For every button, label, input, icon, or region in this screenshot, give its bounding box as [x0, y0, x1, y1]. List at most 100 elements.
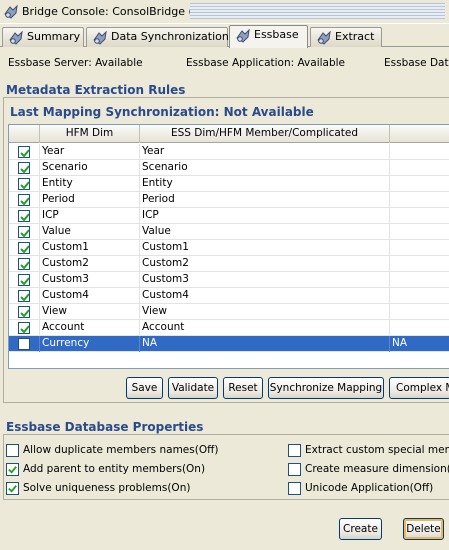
save-button[interactable]: Save [126, 377, 163, 399]
row-enabled-checkbox[interactable] [18, 210, 30, 222]
extra-cell[interactable] [390, 208, 449, 224]
tab-gear-icon [316, 30, 332, 46]
hfm-dim-cell[interactable]: Entity [40, 176, 140, 192]
validate-button[interactable]: Validate [168, 377, 218, 399]
row-enabled-checkbox[interactable] [18, 338, 30, 350]
hfm-dim-cell[interactable]: Currency [40, 336, 140, 352]
extra-cell[interactable] [390, 176, 449, 192]
column-header-ess-dim[interactable]: ESS Dim/HFM Member/Complicated [140, 125, 390, 143]
extra-cell[interactable] [390, 288, 449, 304]
row-enabled-checkbox[interactable] [18, 274, 30, 286]
tab-data-synchronization[interactable]: Data Synchronization [86, 27, 229, 47]
row-enabled-checkbox[interactable] [18, 178, 30, 190]
extra-cell[interactable] [390, 192, 449, 208]
hfm-dim-cell[interactable]: Period [40, 192, 140, 208]
hfm-dim-cell[interactable]: Scenario [40, 160, 140, 176]
hfm-dim-cell[interactable]: Custom4 [40, 288, 140, 304]
option-label: Unicode Application(Off) [305, 482, 434, 494]
row-enabled-checkbox[interactable] [18, 194, 30, 206]
synchronize-mapping-button[interactable]: Synchronize Mapping [268, 377, 384, 399]
row-enabled-checkbox[interactable] [18, 162, 30, 174]
column-header-extra[interactable] [390, 125, 449, 143]
enabled-cell [9, 272, 40, 288]
table-row[interactable]: Scenario Scenario [9, 160, 449, 176]
hfm-dim-cell[interactable]: View [40, 304, 140, 320]
hfm-dim-cell[interactable]: Custom2 [40, 256, 140, 272]
ess-dim-cell[interactable]: Custom2 [140, 256, 390, 272]
ess-dim-cell[interactable]: Period [140, 192, 390, 208]
table-row[interactable]: View View [9, 304, 449, 320]
ess-dim-cell[interactable]: Entity [140, 176, 390, 192]
table-row[interactable]: ICP ICP [9, 208, 449, 224]
enabled-cell [9, 256, 40, 272]
extra-cell[interactable] [390, 144, 449, 160]
row-enabled-checkbox[interactable] [18, 146, 30, 158]
hfm-dim-cell[interactable]: Value [40, 224, 140, 240]
row-enabled-checkbox[interactable] [18, 242, 30, 254]
row-enabled-checkbox[interactable] [18, 290, 30, 302]
row-enabled-checkbox[interactable] [18, 322, 30, 334]
table-row[interactable]: Currency NA NA [9, 336, 449, 352]
row-enabled-checkbox[interactable] [18, 258, 30, 270]
table-row[interactable]: Custom2 Custom2 [9, 256, 449, 272]
ess-dim-cell[interactable]: Custom1 [140, 240, 390, 256]
option-checkbox[interactable] [288, 463, 301, 476]
hfm-dim-cell[interactable]: Account [40, 320, 140, 336]
tab-essbase[interactable]: Essbase [229, 25, 308, 48]
option-label: Solve uniqueness problems(On) [23, 482, 191, 494]
window-title: Bridge Console: ConsolBridge (2) [22, 5, 205, 18]
extra-cell[interactable] [390, 320, 449, 336]
option-checkbox[interactable] [288, 444, 301, 457]
column-header-enabled[interactable] [9, 125, 40, 143]
tab-extract[interactable]: Extract [310, 27, 382, 47]
ess-dim-cell[interactable]: View [140, 304, 390, 320]
row-enabled-checkbox[interactable] [18, 306, 30, 318]
reset-button[interactable]: Reset [223, 377, 263, 399]
ess-dim-cell[interactable]: Value [140, 224, 390, 240]
extra-cell[interactable] [390, 160, 449, 176]
extra-cell[interactable] [390, 256, 449, 272]
table-row[interactable]: Custom1 Custom1 [9, 240, 449, 256]
column-header-hfm-dim[interactable]: HFM Dim [40, 125, 140, 143]
hfm-dim-cell[interactable]: Year [40, 144, 140, 160]
option-checkbox[interactable] [6, 482, 19, 495]
title-bar-drag-area[interactable] [190, 3, 445, 19]
window-title-bar[interactable]: Bridge Console: ConsolBridge (2) [0, 0, 449, 24]
option-checkbox[interactable] [288, 482, 301, 495]
table-row[interactable]: Entity Entity [9, 176, 449, 192]
hfm-dim-cell[interactable]: Custom3 [40, 272, 140, 288]
extra-cell[interactable] [390, 240, 449, 256]
hfm-dim-cell[interactable]: Custom1 [40, 240, 140, 256]
complex-mapping-button[interactable]: Complex Ma [389, 377, 449, 399]
table-row[interactable]: Value Value [9, 224, 449, 240]
option-checkbox[interactable] [6, 463, 19, 476]
table-row[interactable]: Custom3 Custom3 [9, 272, 449, 288]
extra-cell[interactable] [390, 224, 449, 240]
hfm-dim-cell[interactable]: ICP [40, 208, 140, 224]
tab-strip: Summary Data Synchronization Essbase Ext… [0, 25, 449, 48]
extra-cell[interactable]: NA [390, 336, 449, 352]
row-enabled-checkbox[interactable] [18, 226, 30, 238]
mapping-table[interactable]: HFM Dim ESS Dim/HFM Member/Complicated Y… [8, 124, 449, 369]
essbase-server-status: Essbase Server: Available [8, 57, 143, 69]
ess-dim-cell[interactable]: NA [140, 336, 390, 352]
table-row[interactable]: Account Account [9, 320, 449, 336]
essbase-db-properties-title: Essbase Database Properties [6, 420, 204, 434]
ess-dim-cell[interactable]: Scenario [140, 160, 390, 176]
table-row[interactable]: Custom4 Custom4 [9, 288, 449, 304]
tab-summary[interactable]: Summary [2, 27, 84, 47]
metadata-extraction-rules-title: Metadata Extraction Rules [6, 83, 186, 97]
table-row[interactable]: Period Period [9, 192, 449, 208]
create-button[interactable]: Create [339, 518, 382, 540]
ess-dim-cell[interactable]: Year [140, 144, 390, 160]
option-checkbox[interactable] [6, 444, 19, 457]
table-row[interactable]: Year Year [9, 144, 449, 160]
ess-dim-cell[interactable]: Custom4 [140, 288, 390, 304]
ess-dim-cell[interactable]: Account [140, 320, 390, 336]
ess-dim-cell[interactable]: Custom3 [140, 272, 390, 288]
delete-button[interactable]: Delete [403, 518, 444, 540]
extra-cell[interactable] [390, 304, 449, 320]
extra-cell[interactable] [390, 272, 449, 288]
tab-gear-icon [92, 30, 108, 46]
ess-dim-cell[interactable]: ICP [140, 208, 390, 224]
